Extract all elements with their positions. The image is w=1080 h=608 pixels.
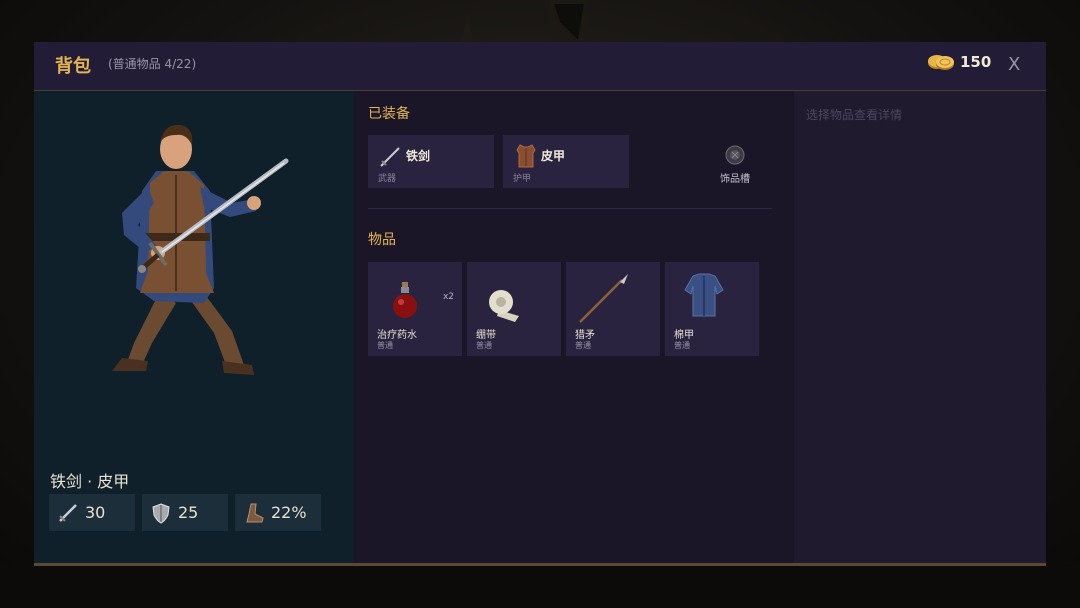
gold-amount: 150 <box>960 53 992 71</box>
item-name: 棉甲 <box>674 330 694 341</box>
loadout-name: 铁剑 · 皮甲 <box>50 472 130 491</box>
defense-stat: 25 <box>142 494 228 531</box>
background-banner-decoration <box>460 0 588 42</box>
weapon-name: 铁剑 <box>406 149 431 163</box>
item-card-gambeson[interactable]: 棉甲 普通 <box>665 262 759 356</box>
inventory-content: 已装备 铁剑 武器 皮甲 护甲 饰品槽 物品 x2 治疗药水 普通 绷带 普通 … <box>354 91 794 563</box>
item-card-bandage[interactable]: 绷带 普通 <box>467 262 561 356</box>
evasion-stat: 22% <box>235 494 321 531</box>
item-quantity: x2 <box>442 292 454 302</box>
item-name: 治疗药水 <box>377 330 417 341</box>
shield-icon <box>152 503 170 524</box>
armor-slot-type: 护甲 <box>513 174 532 184</box>
item-count-subtitle: (普通物品 4/22) <box>108 57 197 71</box>
item-card-healing-potion[interactable]: x2 治疗药水 普通 <box>368 262 462 356</box>
gold-coin-icon <box>928 55 954 70</box>
item-rarity: 普通 <box>377 341 393 350</box>
attack-stat: 30 <box>49 494 135 531</box>
evasion-value: 22% <box>271 503 307 522</box>
weapon-slot-type: 武器 <box>378 174 397 184</box>
sword-icon <box>380 147 400 167</box>
section-divider <box>368 208 772 209</box>
item-rarity: 普通 <box>476 341 492 350</box>
item-name: 绷带 <box>476 330 496 341</box>
close-button[interactable]: X <box>1008 54 1020 75</box>
inventory-panel: 背包 (普通物品 4/22) 150 X 铁剑 · 皮甲 30 25 22% 已… <box>34 42 1046 566</box>
sword-icon <box>59 504 77 522</box>
background-hud-strip <box>0 566 1080 608</box>
character-portrait <box>112 124 289 375</box>
items-section-label: 物品 <box>368 232 396 248</box>
item-rarity: 普通 <box>674 341 690 350</box>
character-panel: 铁剑 · 皮甲 30 25 22% <box>34 91 354 563</box>
accessory-slot[interactable]: 饰品槽 <box>672 135 798 188</box>
panel-title: 背包 <box>55 56 91 77</box>
spear-icon <box>579 274 628 323</box>
item-name: 猎矛 <box>575 330 595 341</box>
potion-icon <box>393 282 417 318</box>
item-card-hunting-spear[interactable]: 猎矛 普通 <box>566 262 660 356</box>
equipped-armor-slot[interactable]: 皮甲 护甲 <box>503 135 629 188</box>
item-detail-panel: 选择物品查看详情 <box>794 91 1046 563</box>
accessory-icon <box>725 145 745 165</box>
item-rarity: 普通 <box>575 341 591 350</box>
accessory-slot-label: 饰品槽 <box>720 174 750 185</box>
defense-value: 25 <box>178 503 199 522</box>
detail-hint: 选择物品查看详情 <box>806 108 903 122</box>
gambeson-icon <box>684 273 724 317</box>
equipped-weapon-slot[interactable]: 铁剑 武器 <box>368 135 494 188</box>
bandage-icon <box>489 290 519 322</box>
boot-icon <box>246 503 264 523</box>
panel-header: 背包 (普通物品 4/22) 150 X <box>34 42 1046 91</box>
attack-value: 30 <box>85 503 106 522</box>
equipped-section-label: 已装备 <box>368 106 410 122</box>
armor-name: 皮甲 <box>541 149 566 163</box>
leather-armor-icon <box>516 144 536 168</box>
